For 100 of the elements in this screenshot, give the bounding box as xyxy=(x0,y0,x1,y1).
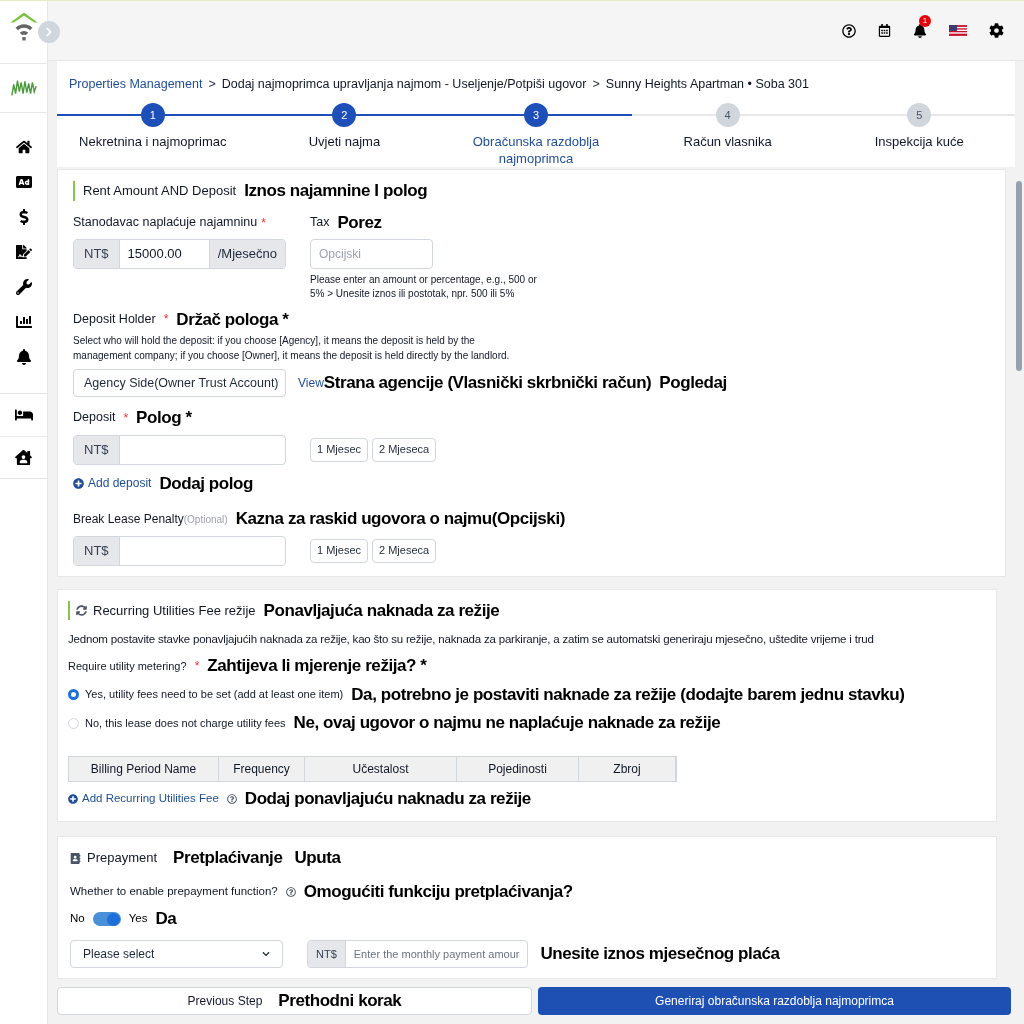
help-icon[interactable] xyxy=(285,886,296,897)
section-title: Prepayment xyxy=(70,848,158,868)
breadcrumb-link[interactable]: Properties Management xyxy=(69,74,203,94)
step-label[interactable]: Obračunska razdoblja najmoprimca xyxy=(461,133,611,167)
translation-text: Omogućiti funkciju pretplaćivanja? xyxy=(303,880,573,903)
step-number[interactable]: 4 xyxy=(715,103,740,127)
tax-hint: Please enter an amount or percentage, e.g., 500 or 5% > Unesite iznos ili postotak, npr. 500 ili 5% xyxy=(310,272,538,301)
plus-icon xyxy=(68,793,78,804)
house-user-icon[interactable] xyxy=(15,449,32,466)
wrench-icon[interactable] xyxy=(15,279,32,295)
step-number[interactable]: 3 xyxy=(524,103,548,127)
translation-text: Unesite iznos mjesečnog plaća xyxy=(540,944,780,963)
required-mark: * xyxy=(163,311,169,329)
amount-field[interactable]: NT$ xyxy=(73,535,286,566)
view-link[interactable]: View xyxy=(298,374,324,392)
bar-chart-icon[interactable] xyxy=(15,314,32,330)
ad-icon[interactable] xyxy=(15,174,32,190)
bell-icon[interactable] xyxy=(15,349,32,365)
month-button[interactable]: 1 Mjesec xyxy=(310,437,369,462)
toggle-label: Yes xyxy=(128,911,148,927)
radio-option[interactable]: Yes, utility fees need to be set (add at least one item) xyxy=(68,686,344,703)
help-icon[interactable] xyxy=(842,23,856,38)
translation-text: Uputa xyxy=(294,848,341,868)
refresh-icon xyxy=(76,604,87,616)
translation-text: Pretplaćivanje xyxy=(173,848,283,868)
toggle-switch[interactable] xyxy=(92,912,121,926)
flag-icon[interactable] xyxy=(949,25,967,36)
home-icon[interactable] xyxy=(15,139,32,155)
translation-text: Dodaj ponavljajuću naknadu za režije xyxy=(244,787,531,810)
month-button[interactable]: 2 Mjeseca xyxy=(372,437,437,462)
toggle-label: No xyxy=(70,911,85,927)
field-label: Deposit Holder xyxy=(73,310,156,328)
translation-text: Ne, ovaj ugovor o najmu ne naplaćuje naknade za režije xyxy=(293,712,721,735)
translation-text: Da, potrebno je postaviti naknade za režije (dodajte barem jednu stavku) xyxy=(351,683,905,706)
required-mark: * xyxy=(194,658,200,675)
breadcrumb-separator: > xyxy=(208,75,216,93)
step-label[interactable]: Uvjeti najma xyxy=(269,133,420,150)
utilities-description: Jednom postavite stavke ponavljajućih naknada za režije, kao što su režije, naknada za parkiranje, a zatim se automatski generiraju mjesečno, uštedite vrijeme i trud xyxy=(68,632,875,647)
notification-badge: 1 xyxy=(919,14,931,27)
translation-text: Kazna za raskid ugovora o najmu(Opcijski) xyxy=(235,508,565,530)
translation-text: Polog * xyxy=(136,407,192,429)
month-button[interactable]: 2 Mjeseca xyxy=(372,538,437,563)
column-header: Billing Period Name xyxy=(69,756,219,781)
tax-field[interactable]: Opcijski xyxy=(310,238,433,269)
column-header: Učestalost xyxy=(305,756,457,781)
step-label[interactable]: Nekretnina i najmoprimac xyxy=(77,133,228,150)
deposit-holder-select[interactable]: Agency Side(Owner Trust Account) xyxy=(73,369,286,397)
section-title: Recurring Utilities Fee režije xyxy=(68,600,256,620)
translation-text: Držač pologa * xyxy=(176,308,289,331)
translation-text: Da xyxy=(155,908,177,931)
prepayment-select[interactable]: Please select xyxy=(70,939,283,968)
amount-field[interactable]: NT$ xyxy=(73,434,286,465)
field-label: Tax xyxy=(310,214,330,232)
translation-text: Porez xyxy=(337,211,382,234)
field-label: Whether to enable prepayment function? xyxy=(70,883,278,899)
required-mark: * xyxy=(261,214,266,232)
button-label: Previous Step xyxy=(187,992,263,1010)
required-mark: * xyxy=(123,409,129,427)
help-icon[interactable] xyxy=(226,793,237,804)
translation-text: Ponavljajuća naknada za režije xyxy=(263,599,500,622)
radio-option[interactable]: No, this lease does not charge utility fees xyxy=(68,714,286,732)
translation-text: Iznos najamnine I polog xyxy=(244,180,428,202)
column-header: Zbroj xyxy=(579,756,676,781)
field-label: Stanodavac naplaćuje najamninu xyxy=(73,214,258,232)
month-button[interactable]: 1 Mjesec xyxy=(310,538,369,563)
radio-button[interactable] xyxy=(68,689,79,700)
field-label: Deposit xyxy=(73,409,116,427)
step-label[interactable]: Inspekcija kuće xyxy=(844,133,995,150)
translation-text: Strana agencije (Vlasnički skrbnički račun) xyxy=(323,372,652,395)
deposit-holder-description: Select who will hold the deposit: if you choose [Agency], it means the deposit is held by the management company; if you choose [Owner], it means the deposit is held directly by the landlord. xyxy=(73,334,511,363)
breadcrumb-separator: > xyxy=(592,75,600,93)
plus-icon xyxy=(73,477,84,489)
step-label[interactable]: Račun vlasnika xyxy=(652,133,803,150)
chevron-down-icon xyxy=(262,949,270,958)
breadcrumb-item: Dodaj najmoprimca upravljanja najmom - Useljenje/Potpiši ugovor xyxy=(221,75,587,93)
notification-icon[interactable] xyxy=(913,23,927,38)
field-label: Break Lease Penalty(Optional) xyxy=(73,510,228,528)
column-header: Frequency xyxy=(219,756,305,781)
previous-step-button[interactable]: Previous Step Prethodni korak xyxy=(57,986,532,1015)
chevron-right-icon xyxy=(44,27,54,37)
translation-text: Prethodni korak xyxy=(278,990,402,1012)
add-deposit-link[interactable]: Add deposit xyxy=(73,474,152,493)
scrollbar[interactable] xyxy=(1016,181,1022,371)
step-number[interactable]: 1 xyxy=(140,103,165,127)
translation-text: Pogledaj xyxy=(659,373,727,393)
document-edit-icon[interactable] xyxy=(15,244,32,260)
amount-field[interactable]: NT$ 15000.00 /Mjesečno xyxy=(73,238,286,269)
step-number[interactable]: 2 xyxy=(332,103,357,127)
translation-text: Dodaj polog xyxy=(159,472,253,495)
calendar-icon[interactable] xyxy=(878,24,891,37)
add-utilities-fee-link[interactable]: Add Recurring Utilities Fee xyxy=(68,789,219,808)
column-header: Pojedinosti xyxy=(457,756,579,781)
step-number[interactable]: 5 xyxy=(907,103,932,127)
monthly-amount-field[interactable]: NT$ Enter the monthly payment amour xyxy=(307,939,529,968)
section-title: Rent Amount AND Deposit xyxy=(73,181,237,201)
generate-button[interactable]: Generiraj obračunska razdoblja najmoprimca xyxy=(538,986,1011,1015)
contact-book-icon xyxy=(70,852,81,864)
settings-icon[interactable] xyxy=(989,23,1004,38)
translation-text: Zahtijeva li mjerenje režija? * xyxy=(207,655,427,678)
breadcrumb-item: Sunny Heights Apartman • Soba 301 xyxy=(605,75,809,93)
